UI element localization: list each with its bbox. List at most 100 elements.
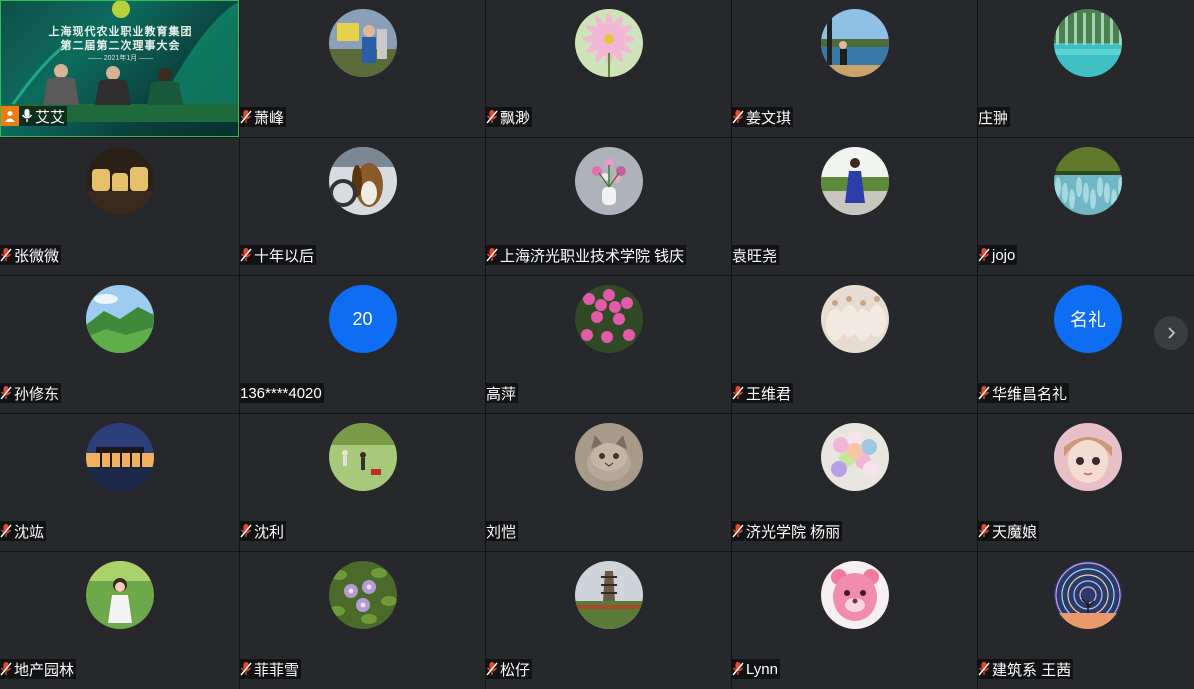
participant-tile[interactable]: 沈竑 (0, 414, 239, 551)
mic-muted-icon (732, 523, 745, 539)
participant-name: 华维昌名礼 (992, 385, 1068, 403)
participant-tile[interactable]: 菲菲雪 (240, 552, 485, 689)
avatar (574, 561, 643, 629)
avatar (1054, 9, 1122, 77)
mic-muted-icon (0, 661, 13, 677)
participant-name: 沈竑 (14, 523, 45, 541)
participant-name-bar: 飘渺 (486, 107, 533, 127)
participant-name: 萧峰 (254, 109, 285, 127)
avatar (574, 423, 643, 491)
participant-name-bar: 袁旺尧 (732, 245, 780, 265)
participant-name: 孙修东 (14, 385, 60, 403)
next-page-button[interactable] (1154, 316, 1188, 350)
avatar (820, 9, 889, 77)
participant-name-bar: Lynn (732, 659, 780, 679)
avatar: 20 (328, 285, 397, 353)
mic-muted-icon (486, 247, 499, 263)
participant-tile[interactable]: 沈利 (240, 414, 485, 551)
participant-tile[interactable]: 天魔娘 (978, 414, 1194, 551)
mic-muted-icon (732, 661, 745, 677)
avatar (85, 561, 154, 629)
mic-muted-icon (0, 385, 13, 401)
avatar (574, 147, 643, 215)
participant-tile[interactable]: 建筑系 王茜 (978, 552, 1194, 689)
participant-tile[interactable]: 孙修东 (0, 276, 239, 413)
avatar (820, 423, 889, 491)
avatar (85, 285, 154, 353)
participant-name-bar: 松仔 (486, 659, 533, 679)
participant-tile[interactable]: 萧峰 (240, 0, 485, 137)
participant-tile[interactable]: 高萍 (486, 276, 731, 413)
participant-tile[interactable]: 上海济光职业技术学院 钱庆 (486, 138, 731, 275)
participant-name-bar: 沈竑 (0, 521, 47, 541)
participant-tile[interactable]: 济光学院 杨丽 (732, 414, 977, 551)
avatar (574, 285, 643, 353)
participant-name-bar: 孙修东 (0, 383, 62, 403)
participant-tile[interactable]: 松仔 (486, 552, 731, 689)
participant-name-bar: 136****4020 (240, 383, 324, 403)
participant-name-bar: 十年以后 (240, 245, 317, 265)
participant-name-bar: 张微微 (0, 245, 62, 265)
chevron-right-icon (1168, 327, 1176, 339)
participant-name: Lynn (746, 660, 778, 678)
participant-tile[interactable]: 庄翀 (978, 0, 1194, 137)
participant-name: 上海济光职业技术学院 钱庆 (500, 247, 685, 265)
mic-muted-icon (732, 109, 745, 125)
mic-icon (21, 108, 34, 124)
participant-name-bar: 建筑系 王茜 (978, 659, 1074, 679)
participant-tile[interactable]: 刘恺 (486, 414, 731, 551)
participant-tile[interactable]: jojo (978, 138, 1194, 275)
participant-name: 庄翀 (978, 109, 1009, 127)
participant-name-bar: 艾艾 (1, 106, 68, 126)
participant-name: 刘恺 (486, 523, 517, 541)
participant-name-bar: 姜文琪 (732, 107, 794, 127)
participant-tile[interactable]: 地产园林 (0, 552, 239, 689)
avatar (820, 285, 889, 353)
participant-tile[interactable]: 20 136****4020 (240, 276, 485, 413)
participant-name: 高萍 (486, 385, 517, 403)
avatar (574, 9, 643, 77)
participant-name-bar: 刘恺 (486, 521, 519, 541)
video-title-line-2: 第二届第二次理事大会 (60, 40, 181, 52)
participant-name-bar: 萧峰 (240, 107, 287, 127)
participant-tile[interactable]: 飘渺 (486, 0, 731, 137)
participant-name: 济光学院 杨丽 (746, 523, 841, 541)
participant-name: 松仔 (500, 661, 531, 679)
participant-tile[interactable]: 上海现代农业职业教育集团 第二届第二次理事大会 —— 2021年1月 —— 艾艾 (0, 0, 239, 137)
participant-tile[interactable]: 姜文琪 (732, 0, 977, 137)
participant-name-bar: 华维昌名礼 (978, 383, 1070, 403)
avatar (328, 9, 397, 77)
participant-name-bar: 地产园林 (0, 659, 77, 679)
mic-muted-icon (0, 523, 13, 539)
participant-name-bar: 王维君 (732, 383, 794, 403)
participant-name: 天魔娘 (992, 523, 1038, 541)
avatar (85, 423, 154, 491)
avatar (820, 147, 889, 215)
participant-grid: 上海现代农业职业教育集团 第二届第二次理事大会 —— 2021年1月 —— 艾艾 萧峰飘… (0, 0, 1194, 689)
participant-name: 姜文琪 (746, 109, 792, 127)
mic-muted-icon (240, 109, 253, 125)
avatar (85, 147, 154, 215)
participant-tile[interactable]: 十年以后 (240, 138, 485, 275)
participant-name: 袁旺尧 (732, 247, 778, 265)
avatar (328, 423, 397, 491)
participant-name-bar: 上海济光职业技术学院 钱庆 (486, 245, 687, 265)
avatar (328, 147, 397, 215)
mic-muted-icon (978, 247, 991, 263)
avatar (1054, 423, 1122, 491)
mic-muted-icon (240, 661, 253, 677)
participant-name-bar: 庄翀 (978, 107, 1011, 127)
participant-name: 建筑系 王茜 (992, 661, 1072, 679)
avatar (1054, 561, 1122, 629)
participant-name: 沈利 (254, 523, 285, 541)
avatar (820, 561, 889, 629)
participant-tile[interactable]: 袁旺尧 (732, 138, 977, 275)
participant-tile[interactable]: Lynn (732, 552, 977, 689)
participant-tile[interactable]: 张微微 (0, 138, 239, 275)
person-icon (1, 106, 19, 126)
participant-name: jojo (992, 246, 1016, 264)
participant-tile[interactable]: 王维君 (732, 276, 977, 413)
participant-name-bar: 高萍 (486, 383, 519, 403)
video-date-line: —— 2021年1月 —— (87, 55, 154, 62)
participant-name: 张微微 (14, 247, 60, 265)
